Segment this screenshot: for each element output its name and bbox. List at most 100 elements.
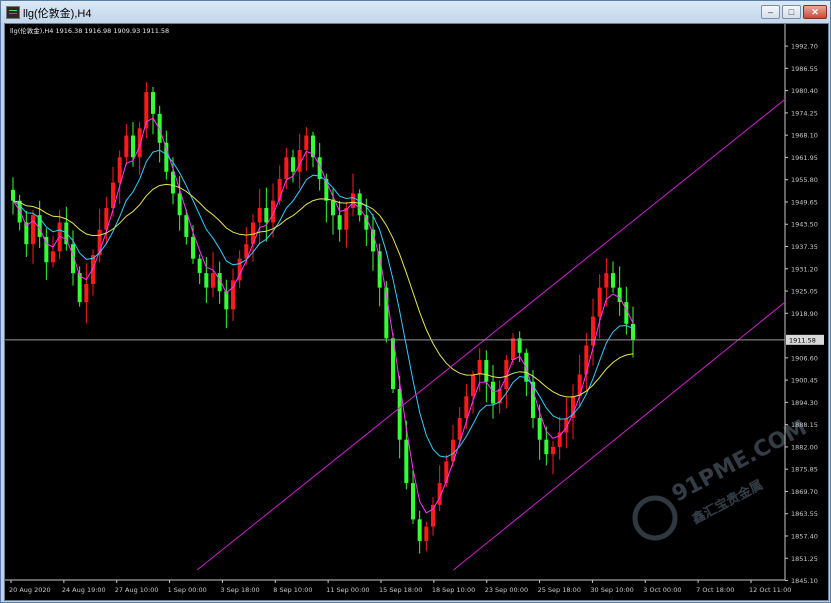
y-tick-label: 1961.95 (791, 154, 818, 162)
x-tick-label: 23 Sep 00:00 (485, 586, 528, 594)
candle-body (477, 360, 482, 375)
y-tick-label: 1955.80 (791, 176, 818, 184)
y-tick-label: 1974.25 (791, 109, 818, 117)
candle-body (284, 157, 289, 179)
maximize-button[interactable]: □ (782, 5, 801, 19)
candle-body (344, 207, 349, 230)
candle-body (184, 215, 189, 237)
y-tick-label: 1980.40 (791, 87, 818, 95)
candle-body (357, 193, 362, 216)
candle-body (584, 345, 589, 375)
candle-body (77, 273, 82, 303)
candle-body (411, 483, 415, 520)
candle-body (177, 193, 182, 216)
candle-body (504, 360, 509, 389)
y-tick-label: 1992.70 (791, 43, 818, 51)
candle-body (417, 519, 422, 542)
y-tick-label: 1949.65 (791, 198, 818, 206)
x-tick-label: 1 Sep 00:00 (168, 586, 207, 594)
y-tick-label: 1894.30 (791, 399, 818, 407)
candle-body (537, 417, 542, 440)
candle-body (604, 273, 609, 288)
candle-body (631, 323, 635, 340)
candle-body (84, 283, 89, 303)
candle-body (131, 135, 135, 158)
candle-body (471, 374, 475, 397)
candle-body (304, 135, 309, 151)
candle-body (124, 135, 129, 158)
x-tick-label: 25 Sep 18:00 (538, 586, 581, 594)
y-tick-label: 1906.60 (791, 354, 818, 362)
candle-body (351, 193, 355, 208)
x-tick-label: 15 Sep 18:00 (379, 586, 422, 594)
minimize-button[interactable]: – (761, 5, 780, 19)
x-tick-label: 3 Oct 00:00 (643, 586, 681, 594)
channel-lower-line[interactable] (453, 301, 786, 571)
candle-body (204, 273, 209, 288)
candle-body (31, 215, 35, 245)
candle-body (211, 273, 215, 288)
y-tick-label: 1925.05 (791, 288, 818, 296)
chart-app-icon (6, 6, 20, 19)
x-tick-label: 8 Sep 10:00 (273, 586, 312, 594)
watermark-ring-icon (632, 495, 678, 541)
candlestick-chart[interactable]: llg(伦敦金),H4 1916.38 1916.98 1909.93 1911… (5, 24, 828, 600)
y-tick-label: 1943.50 (791, 221, 818, 229)
x-tick-label: 18 Sep 10:00 (432, 586, 475, 594)
candle-body (424, 526, 429, 542)
candle-body (551, 446, 555, 455)
candle-body (517, 338, 522, 353)
y-tick-label: 1851.25 (791, 555, 818, 563)
candle-body (331, 200, 335, 216)
chart-info-label: llg(伦敦金),H4 1916.38 1916.98 1909.93 1911… (10, 26, 169, 35)
candle-body (224, 291, 229, 310)
candle-body (404, 439, 409, 484)
window-title: llg(伦敦金),H4 (23, 8, 92, 20)
candle-body (191, 236, 195, 259)
y-tick-label: 1888.15 (791, 421, 818, 429)
x-tick-label: 20 Aug 2020 (9, 586, 51, 594)
candle-body (51, 251, 55, 263)
candle-body (291, 157, 295, 172)
y-tick-label: 1875.85 (791, 466, 818, 474)
candle-body (484, 360, 489, 382)
x-tick-label: 27 Aug 10:00 (115, 586, 159, 594)
y-tick-label: 1857.40 (791, 533, 818, 541)
candle-body (457, 417, 462, 440)
candle-body (91, 255, 95, 284)
candle-body (11, 189, 15, 201)
x-tick-label: 24 Aug 19:00 (62, 586, 106, 594)
y-tick-label: 1900.45 (791, 377, 818, 385)
candle-body (597, 287, 602, 317)
candle-body (511, 338, 515, 361)
candle-body (257, 207, 262, 223)
candle-body (171, 171, 175, 194)
chart-window: llg(伦敦金),H4 – □ ✕ llg(伦敦金),H4 1916.38 19… (0, 0, 831, 603)
close-button[interactable]: ✕ (803, 5, 827, 19)
chart-area[interactable]: llg(伦敦金),H4 1916.38 1916.98 1909.93 1911… (4, 23, 829, 601)
candle-body (337, 215, 342, 230)
x-tick-label: 30 Sep 10:00 (590, 586, 633, 594)
x-tick-label: 7 Oct 18:00 (696, 586, 734, 594)
x-tick-label: 3 Sep 18:00 (220, 586, 259, 594)
candle-body (431, 504, 435, 527)
y-tick-label: 1937.35 (791, 243, 818, 251)
candle-body (117, 157, 122, 183)
y-tick-label: 1869.70 (791, 488, 818, 496)
candle-body (544, 439, 549, 455)
y-tick-label: 1863.55 (791, 510, 818, 518)
x-tick-label: 11 Sep 00:00 (326, 586, 369, 594)
candle-body (151, 92, 155, 114)
candle-body (197, 258, 202, 274)
candle-body (264, 207, 269, 223)
y-tick-label: 1918.90 (791, 310, 818, 318)
candle-body (491, 381, 495, 404)
candle-body (464, 396, 469, 418)
current-price-label: 1911.58 (789, 336, 816, 344)
y-tick-label: 1968.10 (791, 132, 818, 140)
y-tick-label: 1882.00 (791, 443, 818, 451)
y-tick-label: 1931.20 (791, 265, 818, 273)
candle-body (611, 273, 615, 288)
title-bar[interactable]: llg(伦敦金),H4 – □ ✕ (1, 1, 830, 23)
candle-body (397, 388, 402, 440)
